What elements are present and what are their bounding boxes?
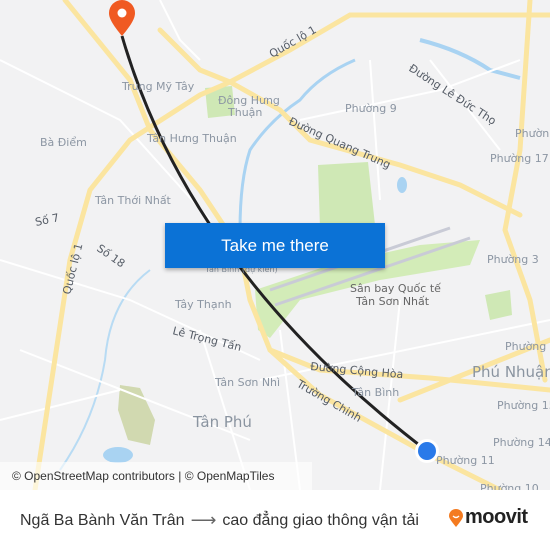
label-tan-phu: Tân Phú — [192, 413, 252, 431]
origin-dot-icon[interactable] — [415, 439, 439, 463]
label-ba-diem: Bà Điểm — [40, 136, 87, 149]
river — [419, 38, 521, 80]
road-label-truong-chinh: Trường Chinh — [294, 377, 364, 425]
label-phu-nhuan: Phú Nhuận — [472, 363, 550, 381]
road-label-so-18: Số 18 — [94, 242, 127, 271]
park — [118, 385, 155, 445]
label-phuong-right: Phường — [505, 340, 546, 353]
footer: Ngã Ba Bành Văn Trân ⟶ cao đẳng giao thô… — [0, 490, 550, 550]
label-phuong-14: Phường 14 — [493, 436, 550, 449]
park — [485, 290, 512, 320]
road-label-quoc-lo-1-left: Quốc lộ 1 — [60, 242, 85, 296]
road-label-quoc-lo-1: Quốc lộ 1 — [267, 23, 319, 60]
lake — [103, 447, 133, 463]
label-san-bay-2: Tân Sơn Nhất — [355, 295, 430, 308]
label-tan-son-nhi: Tân Sơn Nhì — [214, 376, 280, 389]
road-label-cong-hoa: Đường Cộng Hòa — [310, 360, 404, 381]
lake — [397, 177, 407, 193]
take-me-there-button[interactable]: Take me there — [165, 223, 385, 268]
label-dong-hung-thuan-2: Thuận — [227, 106, 262, 119]
arrow-right-icon: ⟶ — [190, 510, 217, 530]
map-attribution[interactable]: © OpenStreetMap contributors | © OpenMap… — [0, 462, 312, 490]
label-trung-my-tay: Trung Mỹ Tây — [121, 80, 195, 93]
destination-name: cao đẳng giao thông vận tải — [222, 511, 419, 529]
label-phuong-10: Phường 10 — [480, 482, 539, 490]
label-tan-hung-thuan: Tân Hưng Thuận — [146, 132, 237, 145]
label-phuong-9: Phường 9 — [345, 102, 397, 115]
label-phuong-top-right: Phườn — [515, 127, 549, 140]
label-tan-binh: Tân Bình — [351, 386, 399, 399]
label-san-bay-1: Sân bay Quốc tế — [350, 282, 441, 295]
moovit-logo[interactable]: moovit — [449, 506, 528, 529]
label-phuong-11: Phường 11 — [436, 454, 495, 467]
label-phuong-17: Phường 17 — [490, 152, 549, 165]
label-phuong-15: Phường 15 — [497, 399, 550, 412]
destination-pin-icon[interactable] — [109, 0, 135, 36]
label-tan-thoi-nhat: Tân Thới Nhất — [94, 194, 172, 207]
moovit-logo-text: moovit — [465, 506, 528, 528]
origin-name: Ngã Ba Bành Văn Trân — [20, 511, 185, 529]
label-phuong-3: Phường 3 — [487, 253, 539, 266]
trip-summary: Ngã Ba Bành Văn Trân ⟶ cao đẳng giao thô… — [20, 510, 419, 531]
road-label-so-7: Số 7 — [34, 211, 60, 229]
moovit-pin-icon — [449, 508, 463, 527]
label-tay-thanh: Tây Thạnh — [174, 298, 232, 311]
park — [318, 162, 375, 228]
map[interactable]: Trung Mỹ Tây Đông Hưng Thuận Phường 9 Bà… — [0, 0, 550, 490]
